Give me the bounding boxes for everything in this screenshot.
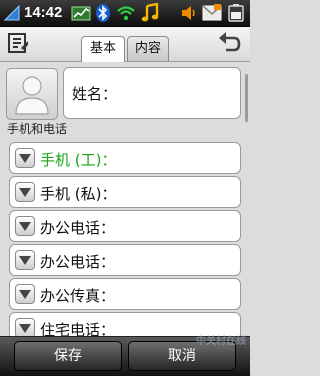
phone-type-button[interactable]: [15, 318, 35, 336]
phone-field-label: 办公电话：: [40, 219, 116, 237]
toolbar: 基本 内容: [0, 27, 250, 62]
phone-type-button[interactable]: [15, 284, 35, 304]
status-time: 14:42: [24, 4, 63, 21]
triangle-down-icon: [19, 290, 31, 299]
contact-card-icon[interactable]: [6, 31, 30, 55]
triangle-down-icon: [19, 222, 31, 231]
phone-field-office-fax[interactable]: 办公传真：: [9, 278, 241, 310]
phone-type-button[interactable]: [15, 250, 35, 270]
triangle-down-icon: [19, 324, 31, 333]
avatar[interactable]: [6, 68, 58, 120]
phone-type-button[interactable]: [15, 148, 35, 168]
phone-field-label: 办公传真：: [40, 287, 116, 305]
message-icon: [202, 4, 222, 21]
scrollbar[interactable]: [245, 74, 248, 122]
contact-form: 姓名： 手机和电话 手机 (工)： 手机 (私)： 办公电话： 办公电话： 办公…: [0, 62, 250, 336]
triangle-down-icon: [19, 256, 31, 265]
phone-type-button[interactable]: [15, 182, 35, 202]
phone-field-label: 手机 (私)：: [40, 185, 117, 203]
status-bar: 14:42: [0, 0, 250, 27]
chart-icon: [71, 6, 91, 21]
bluetooth-icon: [96, 4, 110, 22]
phone-field-mobile-work[interactable]: 手机 (工)：: [9, 142, 241, 174]
phone-type-button[interactable]: [15, 216, 35, 236]
save-button[interactable]: 保存: [14, 341, 122, 371]
triangle-down-icon: [19, 154, 31, 163]
watermark: 中关村在线: [196, 336, 246, 347]
back-icon[interactable]: [216, 31, 242, 57]
phone-field-label: 办公电话：: [40, 253, 116, 271]
section-title: 手机和电话: [7, 122, 68, 136]
person-icon: [15, 76, 49, 115]
tab-content[interactable]: 内容: [127, 36, 169, 61]
wifi-icon: [117, 6, 135, 21]
phone-field-office-2[interactable]: 办公电话：: [9, 244, 241, 276]
name-field[interactable]: 姓名：: [63, 67, 241, 119]
signal-icon: [4, 5, 20, 21]
phone-field-office-1[interactable]: 办公电话：: [9, 210, 241, 242]
triangle-down-icon: [19, 188, 31, 197]
name-label: 姓名：: [72, 85, 118, 103]
speaker-icon: [182, 6, 195, 20]
phone-field-label: 住宅电话：: [40, 321, 116, 336]
phone-field-label: 手机 (工)：: [40, 151, 117, 169]
phone-field-mobile-personal[interactable]: 手机 (私)：: [9, 176, 241, 208]
battery-icon: [228, 4, 244, 22]
music-icon: [141, 3, 159, 22]
tab-basic[interactable]: 基本: [81, 36, 125, 62]
